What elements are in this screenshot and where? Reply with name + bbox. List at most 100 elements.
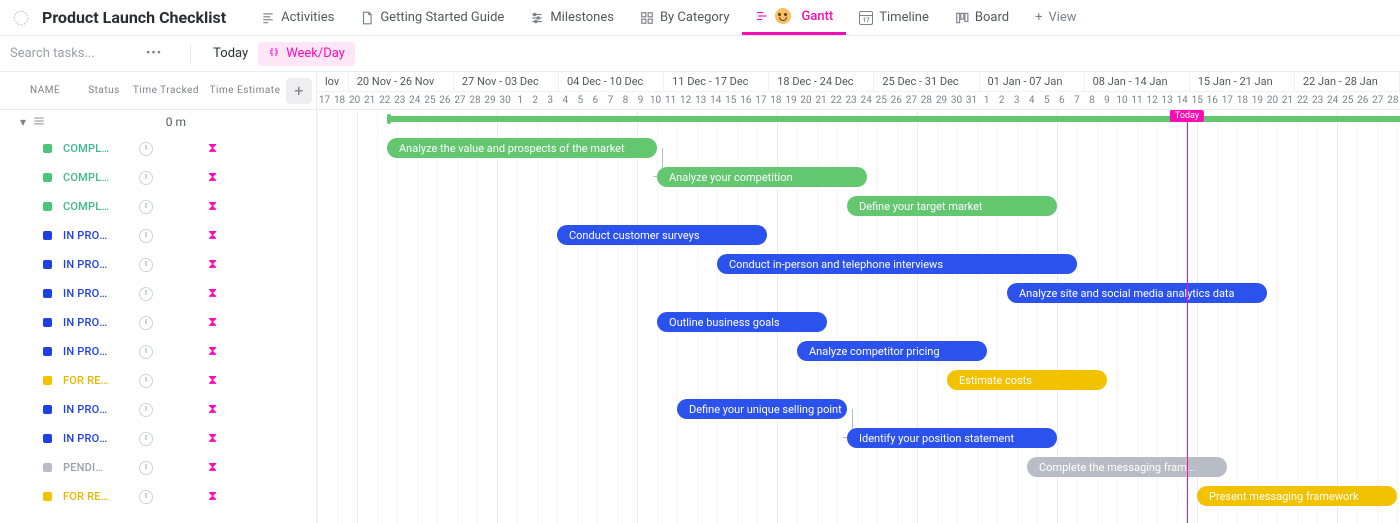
gantt-bar[interactable]: Define your unique selling point — [677, 399, 847, 419]
clock-icon[interactable] — [139, 490, 153, 504]
view-tabs: ActivitiesGetting Started GuideMilestone… — [248, 0, 1022, 35]
header-bar: Product Launch Checklist ActivitiesGetti… — [0, 0, 1400, 36]
gantt-chart[interactable]: lov20 Nov - 26 Nov27 Nov - 03 Dec04 Dec … — [317, 72, 1400, 523]
status-square-icon — [43, 434, 52, 443]
add-view-button[interactable]: + View — [1022, 0, 1090, 35]
summary-row[interactable]: ▾ 0 m — [0, 110, 316, 134]
task-row[interactable]: IN PROGR... ⧗ — [0, 337, 316, 366]
status-square-icon — [43, 492, 52, 501]
column-headers: NAME Status Time Tracked Time Estimate + — [0, 72, 316, 110]
task-row[interactable]: IN PROGR... ⧗ — [0, 308, 316, 337]
hourglass-icon[interactable]: ⧗ — [208, 228, 217, 243]
task-status-label: COMPLETE... — [63, 200, 111, 213]
task-row[interactable]: PENDING...⧗ — [0, 453, 316, 482]
task-row[interactable]: FOR REVI...⧗ — [0, 366, 316, 395]
clock-icon[interactable] — [139, 142, 153, 156]
gantt-bar[interactable]: Outline business goals — [657, 312, 827, 332]
hourglass-icon[interactable]: ⧗ — [208, 489, 217, 504]
summary-bar[interactable] — [387, 116, 1400, 122]
hourglass-icon[interactable]: ⧗ — [208, 315, 217, 330]
tab-milestones[interactable]: Milestones — [517, 0, 627, 35]
hourglass-icon[interactable]: ⧗ — [208, 141, 217, 156]
clock-icon[interactable] — [139, 374, 153, 388]
gantt-body[interactable]: TodayAnalyze the value and prospects of … — [317, 110, 1400, 523]
doc-icon — [360, 11, 374, 25]
task-row[interactable]: IN PROGR... ⧗ — [0, 279, 316, 308]
task-status-label: IN PROGR... — [63, 345, 111, 358]
list-icon — [32, 114, 46, 131]
clock-icon[interactable] — [139, 200, 153, 214]
clock-icon[interactable] — [139, 287, 153, 301]
col-time-estimate[interactable]: Time Estimate — [204, 85, 286, 96]
collapse-icon[interactable]: ▾ — [0, 115, 30, 129]
avatar-icon — [775, 8, 791, 24]
hourglass-icon[interactable]: ⧗ — [208, 199, 217, 214]
task-status-label: IN PROGR... — [63, 316, 111, 329]
tab-by-category[interactable]: By Category — [627, 0, 743, 35]
hourglass-icon[interactable]: ⧗ — [208, 344, 217, 359]
search-input[interactable] — [10, 42, 130, 66]
status-square-icon — [43, 405, 52, 414]
hourglass-icon[interactable]: ⧗ — [208, 373, 217, 388]
clock-icon[interactable] — [139, 432, 153, 446]
hourglass-icon[interactable]: ⧗ — [208, 257, 217, 272]
gantt-bar[interactable]: Analyze competitor pricing — [797, 341, 987, 361]
hourglass-icon[interactable]: ⧗ — [208, 460, 217, 475]
gantt-bar[interactable]: Identify your position statement — [847, 428, 1057, 448]
clock-icon[interactable] — [139, 229, 153, 243]
add-column-button[interactable]: + — [286, 78, 312, 104]
more-icon[interactable]: ••• — [146, 46, 162, 61]
gantt-bar[interactable]: Estimate costs — [947, 370, 1107, 390]
task-status-label: IN PROGR... — [63, 432, 111, 445]
task-row[interactable]: COMPLETE...⧗ — [0, 163, 316, 192]
status-square-icon — [43, 289, 52, 298]
gantt-bar[interactable]: Conduct in-person and telephone intervie… — [717, 254, 1077, 274]
col-status[interactable]: Status — [80, 85, 128, 96]
gantt-bar[interactable]: Conduct customer surveys — [557, 225, 767, 245]
hourglass-icon[interactable]: ⧗ — [208, 286, 217, 301]
col-time-tracked[interactable]: Time Tracked — [128, 85, 204, 96]
hourglass-icon[interactable]: ⧗ — [208, 170, 217, 185]
hourglass-icon[interactable]: ⧗ — [208, 402, 217, 417]
gantt-bar[interactable]: Present messaging framework — [1197, 486, 1397, 506]
clock-icon[interactable] — [139, 461, 153, 475]
category-icon — [640, 11, 654, 25]
tab-timeline[interactable]: 17Timeline — [846, 0, 942, 35]
task-row[interactable]: IN PROGR...⧗ — [0, 395, 316, 424]
task-status-label: COMPLETE... — [63, 142, 111, 155]
task-status-label: IN PROGR... — [63, 287, 111, 300]
clock-icon[interactable] — [139, 403, 153, 417]
status-square-icon — [43, 376, 52, 385]
gantt-bar[interactable]: Analyze your competition — [657, 167, 867, 187]
today-button[interactable]: Today — [203, 42, 258, 65]
clock-icon[interactable] — [139, 258, 153, 272]
gantt-header-days: 1718202122232425262728293012345678910111… — [317, 92, 1400, 110]
activities-icon — [261, 11, 275, 25]
hourglass-icon[interactable]: ⧗ — [208, 431, 217, 446]
gantt-bar[interactable]: Analyze site and social media analytics … — [1007, 283, 1267, 303]
status-square-icon — [43, 202, 52, 211]
task-row[interactable]: IN PROGR...⧗ — [0, 250, 316, 279]
board-icon — [955, 11, 969, 25]
task-row[interactable]: COMPLETE... ⧗ — [0, 192, 316, 221]
clock-icon[interactable] — [139, 171, 153, 185]
clock-icon[interactable] — [139, 316, 153, 330]
tab-activities[interactable]: Activities — [248, 0, 347, 35]
tab-getting-started-guide[interactable]: Getting Started Guide — [347, 0, 517, 35]
gantt-bar[interactable]: Analyze the value and prospects of the m… — [387, 138, 657, 158]
task-row[interactable]: FOR REVI...⧗ — [0, 482, 316, 511]
status-square-icon — [43, 347, 52, 356]
status-square-icon — [43, 260, 52, 269]
gantt-bar[interactable]: Complete the messaging fram... — [1027, 457, 1227, 477]
clock-icon[interactable] — [139, 345, 153, 359]
summary-duration: 0 m — [166, 115, 186, 129]
task-row[interactable]: IN PROGR... ⧗ — [0, 424, 316, 453]
tab-gantt[interactable]: Gantt — [742, 0, 846, 35]
col-name[interactable]: NAME — [0, 85, 80, 96]
task-row[interactable]: COMPLETE... ⧗ — [0, 134, 316, 163]
tab-board[interactable]: Board — [942, 0, 1022, 35]
status-square-icon — [43, 144, 52, 153]
gantt-bar[interactable]: Define your target market — [847, 196, 1057, 216]
task-row[interactable]: IN PROGR...⧗ — [0, 221, 316, 250]
zoom-toggle[interactable]: Week/Day — [258, 42, 355, 66]
